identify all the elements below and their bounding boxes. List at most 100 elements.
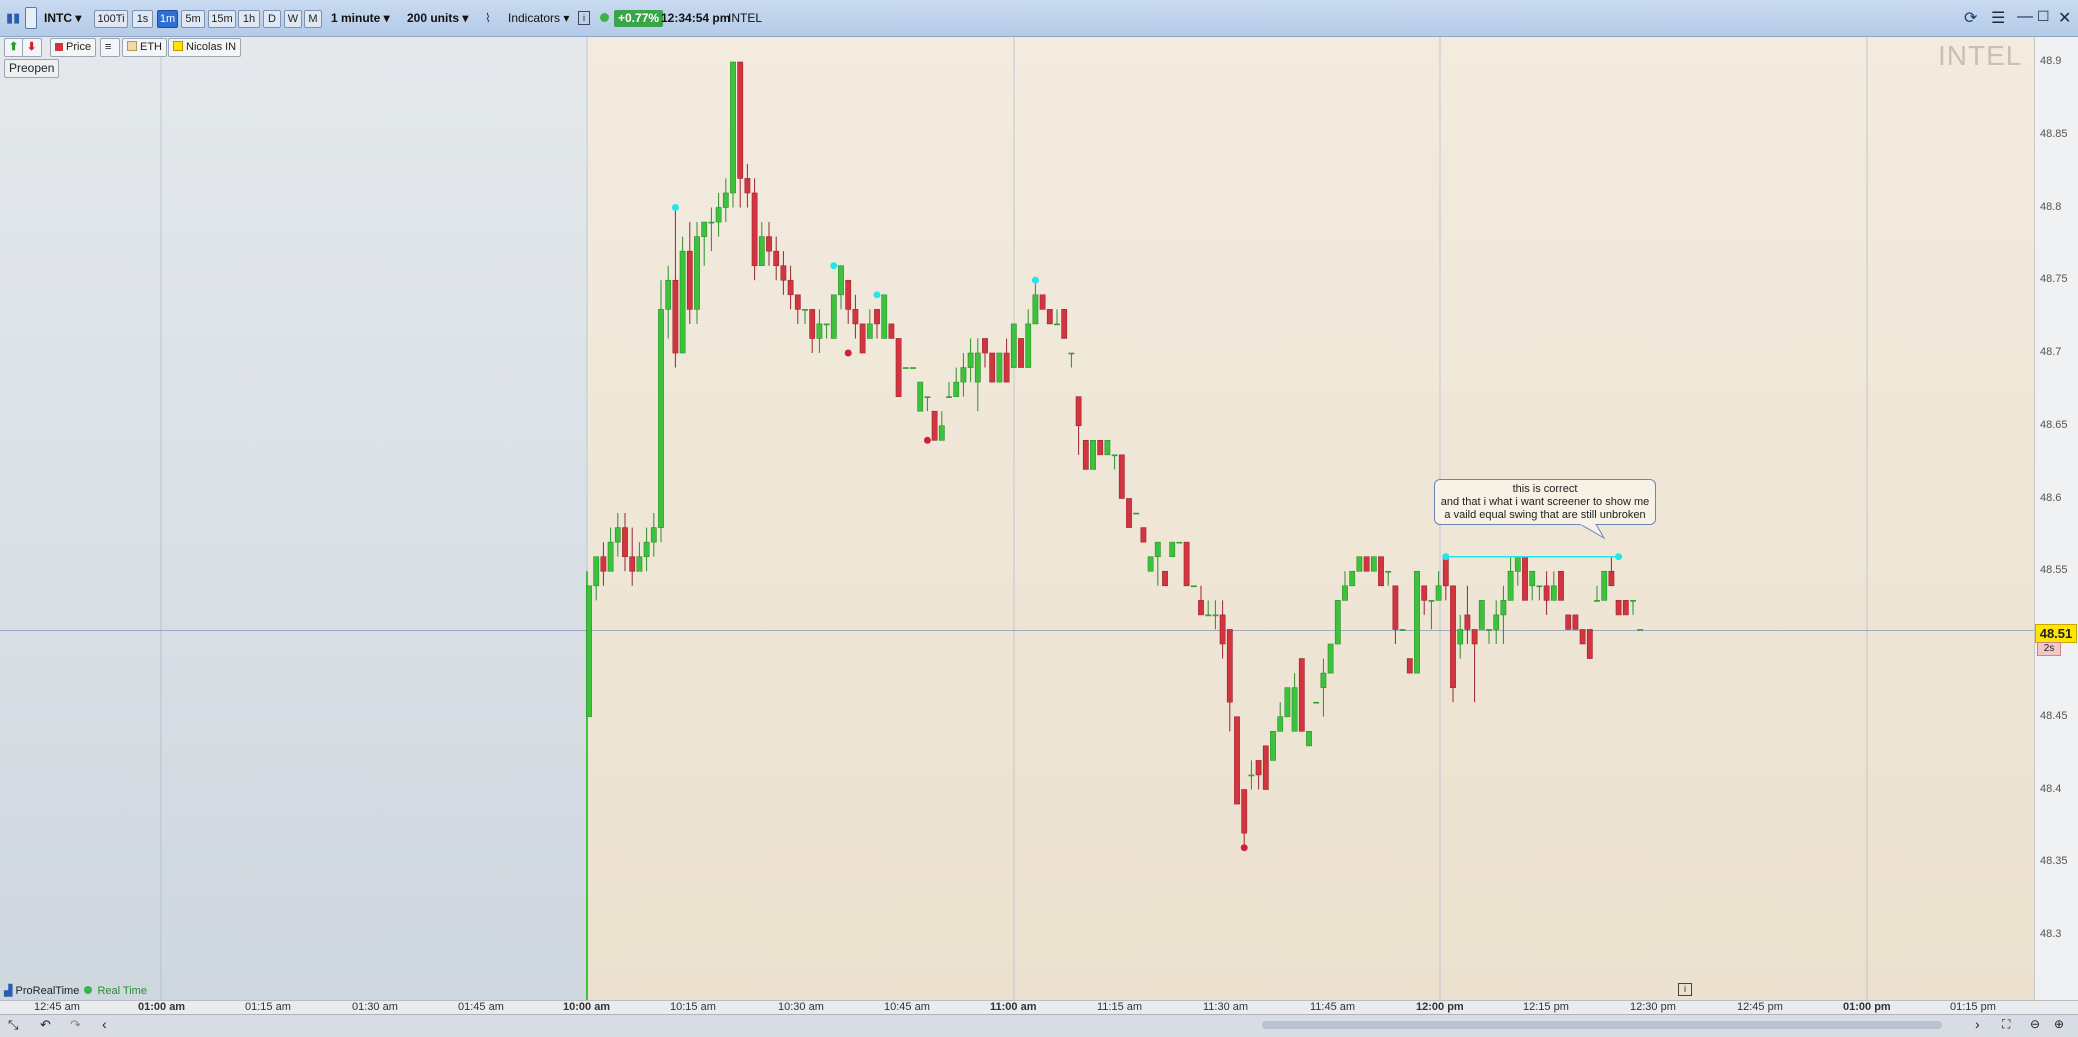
- price-tick-label: 48.75: [2040, 273, 2068, 286]
- candle-body: [1385, 570, 1392, 573]
- horizontal-scrollbar[interactable]: [1262, 1021, 1942, 1029]
- price-tick-label: 48.9: [2040, 55, 2062, 67]
- chart-info-icon[interactable]: i: [1678, 983, 1692, 996]
- candle-body: [1543, 585, 1550, 601]
- candle-body: [672, 279, 679, 354]
- time-tick-label: 01:15 pm: [1950, 1001, 1996, 1013]
- candle-body: [708, 221, 715, 224]
- timeframe-button-m[interactable]: M: [304, 10, 322, 28]
- timeframe-button-w[interactable]: W: [284, 10, 302, 28]
- candle-body: [982, 338, 988, 354]
- candle-body: [1205, 614, 1212, 617]
- candle-body: [974, 352, 981, 383]
- price-tick-label: 48.55: [2040, 564, 2068, 577]
- units-label: 200 units: [407, 11, 460, 25]
- candle-body: [1435, 585, 1442, 601]
- buy-arrow-icon[interactable]: ⬆: [4, 38, 24, 57]
- price-swatch-icon: [55, 43, 63, 51]
- candle-body: [1565, 614, 1572, 630]
- scroll-right-icon[interactable]: ›: [1975, 1016, 1980, 1032]
- candle-body: [773, 250, 780, 266]
- fit-screen-icon[interactable]: ⛶: [2002, 1017, 2010, 1032]
- interval-dropdown[interactable]: 1 minute ▾: [331, 9, 390, 27]
- undo-icon[interactable]: ↶: [40, 1017, 51, 1033]
- candle-body: [1594, 600, 1600, 602]
- candle-body: [953, 381, 960, 397]
- timeframe-button-1s[interactable]: 1s: [132, 10, 153, 28]
- candle-body: [737, 61, 744, 179]
- legend-eth[interactable]: ETH: [122, 38, 167, 57]
- candle-body: [967, 352, 974, 368]
- timeframe-button-1m[interactable]: 1m: [157, 10, 178, 28]
- time-tick-label: 11:15 am: [1097, 1001, 1143, 1013]
- legend-nicolas[interactable]: Nicolas IN: [168, 38, 242, 57]
- candle-body: [665, 279, 672, 310]
- candle-body: [888, 323, 895, 339]
- time-tick-label: 12:00 pm: [1416, 1001, 1464, 1013]
- time-tick-label: 10:30 am: [778, 1001, 824, 1013]
- candle-body: [1234, 716, 1240, 805]
- candle-body: [1349, 570, 1356, 587]
- candle-body: [1140, 527, 1147, 543]
- scroll-left-icon[interactable]: ‹: [102, 1016, 107, 1032]
- annotation-callout[interactable]: this is correct and that i what i want s…: [1434, 479, 1656, 525]
- timeframe-button-15m[interactable]: 15m: [208, 10, 236, 28]
- preopen-label: Preopen: [4, 59, 60, 78]
- candle-body: [917, 381, 924, 412]
- swing-high-marker: [873, 291, 881, 299]
- symbol-selector[interactable]: INTC ▾: [44, 9, 81, 27]
- draw-tool-icon[interactable]: ⤡: [8, 1017, 18, 1033]
- candle-body: [787, 279, 794, 296]
- candle-body: [1003, 352, 1010, 383]
- maximize-icon[interactable]: ☐: [2037, 8, 2050, 25]
- timeframe-button-d[interactable]: D: [263, 10, 281, 28]
- candle-body: [802, 309, 808, 311]
- redo-icon[interactable]: ↷: [70, 1017, 81, 1033]
- candle-body: [1392, 585, 1399, 630]
- sell-arrow-icon[interactable]: ⬇: [22, 38, 42, 57]
- info-icon[interactable]: i: [578, 11, 590, 25]
- time-tick-label: 12:30 pm: [1630, 1001, 1676, 1013]
- candle-body: [730, 61, 736, 194]
- zoom-in-icon[interactable]: ⊕: [2054, 1017, 2064, 1031]
- candle-body: [701, 221, 708, 237]
- timeframe-button-1h[interactable]: 1h: [238, 10, 260, 28]
- symbol-label: INTC: [44, 11, 72, 25]
- time-tick-label: 01:45 am: [458, 1001, 504, 1013]
- status-bar: ▟ ProRealTime Real Time: [4, 984, 147, 997]
- swing-high-marker: [1031, 276, 1039, 284]
- realtime-label: Real Time: [97, 985, 147, 997]
- chart-toolbar: ▮▮ INTC ▾ 100Ti 1s 1m 5m 15m 1h D W M 1 minute ▾…: [0, 0, 2078, 37]
- candle-body: [1327, 643, 1334, 674]
- timeframe-button-100ti[interactable]: 100Ti: [94, 10, 128, 28]
- swing-high-marker: [1615, 553, 1623, 561]
- sync-icon[interactable]: ⟳: [1964, 8, 1977, 28]
- menu-icon[interactable]: ☰: [1991, 8, 2005, 28]
- candle-body: [852, 309, 859, 325]
- zoom-out-icon[interactable]: ⊖: [2030, 1017, 2040, 1031]
- candle-body: [686, 250, 693, 310]
- units-dropdown[interactable]: 200 units ▾: [407, 9, 468, 27]
- candle-body: [1025, 323, 1032, 368]
- indicators-dropdown[interactable]: Indicators ▾: [508, 9, 569, 27]
- last-update-time: 12:34:54 pm: [661, 11, 731, 25]
- candle-body: [1255, 760, 1262, 776]
- symbol-link-icon[interactable]: [25, 7, 37, 29]
- candle-body: [1046, 309, 1053, 325]
- candlestick-chart[interactable]: [0, 36, 2034, 1000]
- price-tick-label: 48.45: [2040, 709, 2068, 722]
- candle-body: [1558, 570, 1564, 601]
- market-open-dot-icon: [600, 13, 609, 22]
- candle-body: [1133, 512, 1140, 515]
- candle-body: [1277, 716, 1284, 732]
- price-tick-label: 48.85: [2040, 127, 2068, 140]
- timeframe-button-5m[interactable]: 5m: [181, 10, 205, 28]
- legend-price[interactable]: Price: [50, 38, 97, 57]
- indicators-icon[interactable]: ⌇: [485, 9, 491, 27]
- candle-body: [751, 192, 758, 266]
- close-icon[interactable]: ✕: [2058, 8, 2071, 28]
- minimize-icon[interactable]: —: [2017, 8, 2033, 26]
- time-tick-label: 01:15 am: [245, 1001, 291, 1013]
- time-tick-label: 01:00 pm: [1843, 1001, 1891, 1013]
- list-icon[interactable]: ≡: [100, 38, 120, 57]
